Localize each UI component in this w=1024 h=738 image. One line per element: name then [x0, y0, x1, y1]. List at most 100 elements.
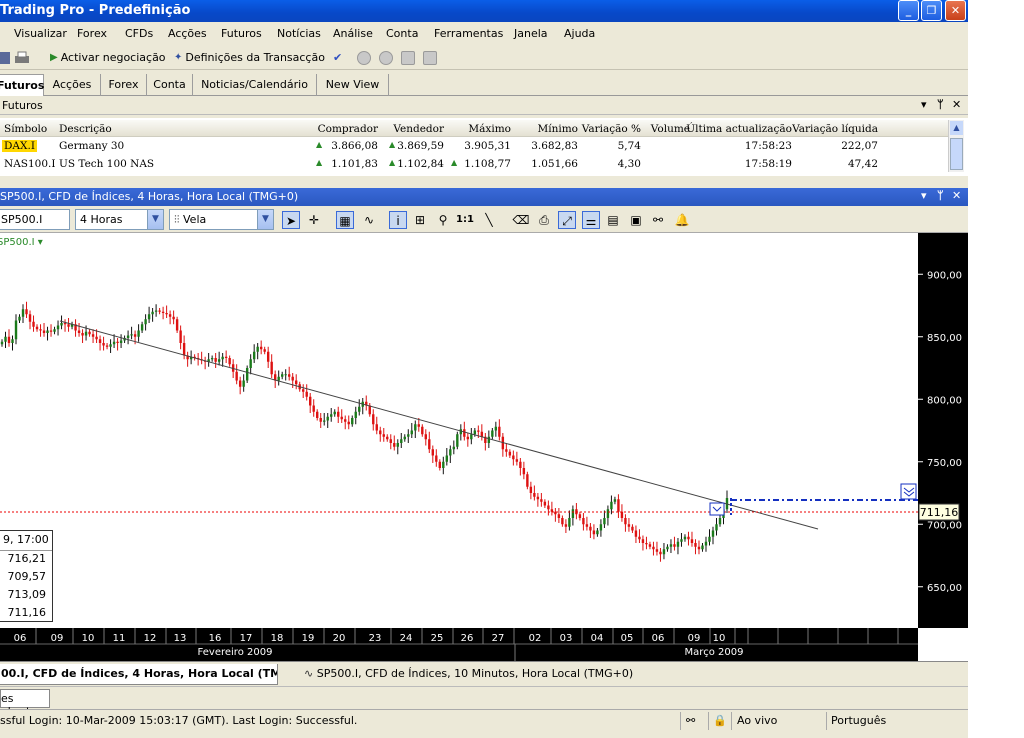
- status-bar: ssful Login: 10-Mar-2009 15:03:17 (GMT).…: [0, 709, 968, 731]
- col-volume[interactable]: Volume: [651, 123, 690, 135]
- panel-close-icon[interactable]: ✕: [952, 98, 961, 111]
- quote-row[interactable]: NAS100.I US Tech 100 NAS ▲ 1.101,83 ▲ 1.…: [0, 155, 948, 173]
- menu-analise[interactable]: Análise: [333, 27, 373, 40]
- tab-futuros[interactable]: Futuros: [0, 74, 44, 96]
- scroll-up-icon[interactable]: ▲: [950, 121, 963, 135]
- window-bottom: [0, 731, 968, 738]
- col-descricao[interactable]: Descrição: [59, 123, 112, 135]
- home-icon[interactable]: [401, 51, 415, 65]
- chart-canvas[interactable]: 900,00 850,00 800,00 750,00 700,00 650,00 06 0…: [0, 233, 968, 661]
- window-title: Trading Pro - Predefinição: [0, 3, 191, 18]
- candle: [354, 411, 357, 418]
- activate-trading-button[interactable]: ▶ Activar negociação: [50, 51, 166, 64]
- trade-marker-icon[interactable]: [709, 502, 725, 516]
- chart-style-select[interactable]: ⫶⫶ Vela ▼: [169, 209, 274, 230]
- open-positions-tab[interactable]: es abertas: [0, 689, 50, 718]
- trend-line[interactable]: [59, 320, 819, 530]
- eraser-icon[interactable]: ⌫: [512, 211, 530, 229]
- candle: [291, 376, 294, 381]
- col-vendedor[interactable]: Vendedor: [393, 123, 444, 135]
- col-variacao-liquida[interactable]: Variação líquida: [792, 123, 878, 135]
- tab-forex[interactable]: Forex: [101, 74, 147, 96]
- menu-janela[interactable]: Janela: [514, 27, 548, 40]
- candle: [624, 518, 627, 525]
- chevron-down-icon: ▼: [257, 210, 273, 229]
- menu-ajuda[interactable]: Ajuda: [564, 27, 595, 40]
- pin-icon[interactable]: ᛘ: [937, 189, 944, 202]
- col-maximo[interactable]: Máximo: [468, 123, 511, 135]
- indicator-icon[interactable]: ∿: [360, 211, 378, 229]
- tab-new-view[interactable]: New View: [317, 74, 389, 96]
- col-comprador[interactable]: Comprador: [318, 123, 378, 135]
- symbol-input[interactable]: SP500.I: [0, 209, 70, 230]
- zoom-reset-button[interactable]: 1:1: [456, 211, 474, 229]
- candle: [256, 346, 259, 352]
- refresh-icon[interactable]: [423, 51, 437, 65]
- menu-ferramentas[interactable]: Ferramentas: [434, 27, 503, 40]
- menu-conta[interactable]: Conta: [386, 27, 418, 40]
- info-icon[interactable]: i: [389, 211, 407, 229]
- scroll-thumb[interactable]: [950, 138, 963, 170]
- candle: [711, 530, 715, 537]
- save-icon[interactable]: [0, 51, 10, 65]
- print-chart-icon[interactable]: ⎙: [535, 211, 553, 229]
- back-icon[interactable]: [357, 51, 371, 65]
- candle: [91, 334, 95, 337]
- menu-cfds[interactable]: CFDs: [125, 27, 153, 40]
- line-tool-icon[interactable]: ╲: [480, 211, 498, 229]
- candles-icon[interactable]: ⚌: [582, 211, 600, 229]
- candle: [372, 414, 375, 425]
- series-label[interactable]: SP500.I ▾: [0, 237, 43, 248]
- crosshair-icon[interactable]: ✛: [305, 211, 323, 229]
- compare-icon[interactable]: ⚯: [649, 211, 667, 229]
- zoom-tool-icon[interactable]: ⊞: [411, 211, 429, 229]
- col-simbolo[interactable]: Símbolo: [4, 123, 47, 135]
- menu-futuros[interactable]: Futuros: [221, 27, 262, 40]
- tab-chart-4h[interactable]: 00.I, CFD de Índices, 4 Horas, Hora Loca…: [0, 664, 278, 685]
- price-chart[interactable]: 900,00 850,00 800,00 750,00 700,00 650,00 06 0…: [0, 233, 968, 661]
- menu-accoes[interactable]: Acções: [168, 27, 207, 40]
- grid-icon[interactable]: ▦: [336, 211, 354, 229]
- panel-menu-icon[interactable]: ▾: [921, 189, 927, 202]
- autoscale-icon[interactable]: ⤢: [558, 211, 576, 229]
- panel-close-icon[interactable]: ✕: [952, 189, 961, 202]
- col-minimo[interactable]: Mínimo: [537, 123, 578, 135]
- pin-icon[interactable]: ᛘ: [937, 98, 944, 111]
- alert-bell-icon[interactable]: 🔔: [673, 211, 691, 229]
- login-status: ssful Login: 10-Mar-2009 15:03:17 (GMT).…: [0, 714, 358, 727]
- candle: [95, 336, 98, 340]
- candle: [158, 310, 161, 312]
- menu-visualizar[interactable]: Visualizar: [14, 27, 67, 40]
- close-button[interactable]: ✕: [945, 0, 966, 21]
- panel-separator[interactable]: [0, 176, 968, 188]
- y-tick-label: 750,00: [927, 458, 962, 469]
- candle: [697, 546, 701, 550]
- export-icon[interactable]: ▣: [627, 211, 645, 229]
- print-icon[interactable]: [14, 51, 30, 65]
- tab-conta[interactable]: Conta: [147, 74, 193, 96]
- template-icon[interactable]: ▤: [604, 211, 622, 229]
- transaction-settings-button[interactable]: ✦ Definições da Transacção: [174, 51, 325, 64]
- tab-chart-10m[interactable]: ∿ SP500.I, CFD de Índices, 10 Minutos, H…: [298, 664, 639, 685]
- panel-menu-icon[interactable]: ▾: [921, 98, 927, 111]
- forward-icon[interactable]: [379, 51, 393, 65]
- settings-icon: ✦: [174, 52, 183, 63]
- candle: [326, 416, 329, 421]
- check-icon[interactable]: ✔: [333, 51, 342, 64]
- maximize-button[interactable]: ❐: [921, 0, 942, 21]
- minimize-button[interactable]: _: [898, 0, 919, 21]
- menu-noticias[interactable]: Notícias: [277, 27, 321, 40]
- tab-accoes[interactable]: Acções: [44, 74, 101, 96]
- x-tick-label: 06: [14, 633, 27, 644]
- menu-forex[interactable]: Forex: [77, 27, 107, 40]
- candle: [428, 439, 431, 450]
- zoom-icon[interactable]: ⚲: [434, 211, 452, 229]
- period-select[interactable]: 4 Horas ▼: [75, 209, 164, 230]
- col-variacao[interactable]: Variação %: [582, 123, 641, 135]
- pointer-icon[interactable]: ➤: [282, 211, 300, 229]
- quote-row[interactable]: DAX.I Germany 30 ▲ 3.866,08 ▲ 3.869,59 3…: [0, 137, 948, 155]
- tab-noticias[interactable]: Noticias/Calendário: [193, 74, 317, 96]
- col-ultima[interactable]: Última actualização: [686, 123, 792, 135]
- main-toolbar: ▶ Activar negociação ✦ Definições da Trans…: [0, 46, 968, 70]
- quotes-scrollbar[interactable]: ▲: [948, 120, 964, 172]
